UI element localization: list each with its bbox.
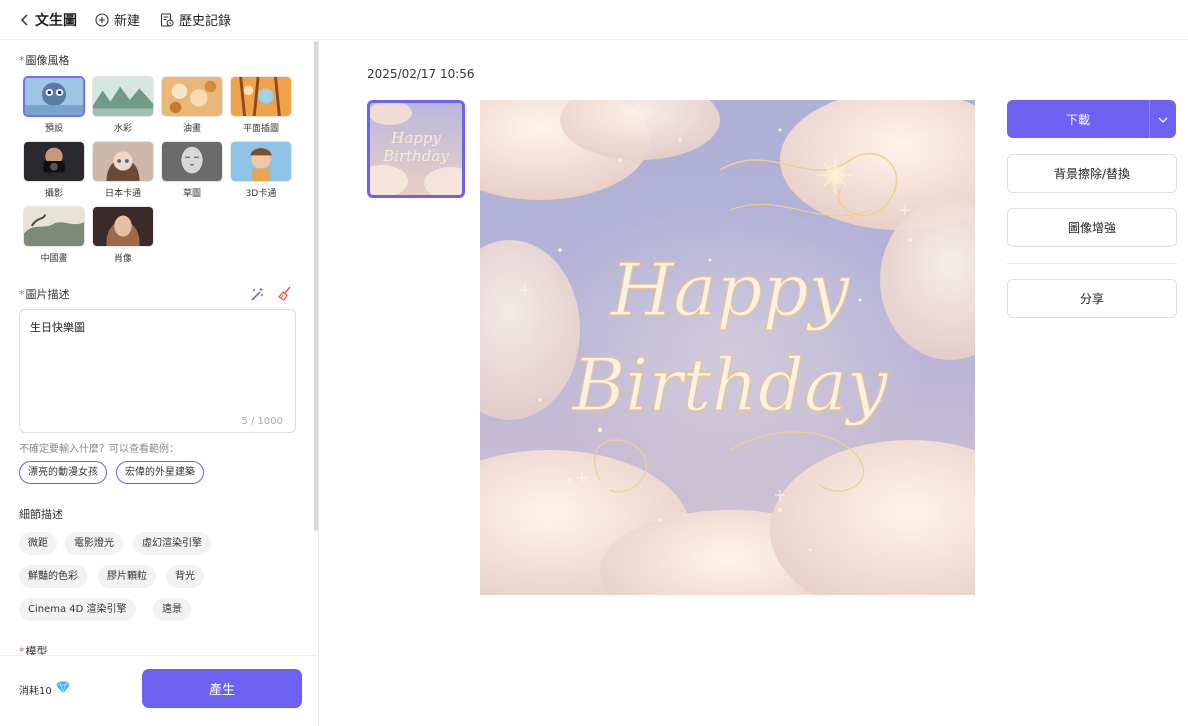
prompt-textarea[interactable]: 生日快樂圖 5 / 1000 xyxy=(19,309,296,433)
cost-label: 消耗10 xyxy=(19,685,52,697)
chevron-down-icon xyxy=(1158,112,1168,126)
page-title: 文生圖 xyxy=(35,12,77,29)
example-chip[interactable]: 漂亮的動漫女孩 xyxy=(19,461,107,484)
download-button[interactable]: 下載 xyxy=(1007,100,1149,138)
prompt-value: 生日快樂圖 xyxy=(30,321,85,334)
download-options-button[interactable] xyxy=(1149,100,1176,138)
left-panel: *圖像風格 預設 水彩 油畫 平面插圖 攝影 日本卡通 草圖 3D卡通 中國畫 … xyxy=(0,41,319,726)
detail-tag[interactable]: 背光 xyxy=(166,565,204,588)
detail-tag[interactable]: 電影燈光 xyxy=(65,532,123,555)
detail-tag[interactable]: Cinema 4D 渲染引擎 xyxy=(19,598,136,621)
style-thumb-photo xyxy=(23,141,85,182)
style-label: 預設 xyxy=(44,124,63,134)
style-thumb-flat xyxy=(230,76,292,117)
style-option-default[interactable]: 預設 xyxy=(23,76,85,134)
style-thumb-anime xyxy=(92,141,154,182)
style-label: 平面插圖 xyxy=(242,124,279,134)
style-option-flat[interactable]: 平面插圖 xyxy=(230,76,292,134)
style-option-anime[interactable]: 日本卡通 xyxy=(92,141,154,199)
detail-tag[interactable]: 遠景 xyxy=(153,598,191,621)
thumb-text-happy: Happy xyxy=(390,129,441,147)
left-scrollbar[interactable] xyxy=(314,41,318,531)
style-option-portrait[interactable]: 肖像 xyxy=(92,206,154,264)
diamond-icon xyxy=(55,681,71,697)
style-section-text: 圖像風格 xyxy=(25,54,70,67)
detail-tag[interactable]: 膠片顆粒 xyxy=(98,565,156,588)
model-section-label: *模型 xyxy=(19,643,48,655)
style-option-photo[interactable]: 攝影 xyxy=(23,141,85,199)
download-button-group: 下載 xyxy=(1007,100,1176,138)
style-option-oil[interactable]: 油畫 xyxy=(161,76,223,134)
style-label: 3D卡通 xyxy=(245,189,277,199)
generated-image: Happy Birthday xyxy=(480,100,975,595)
magic-wand-icon[interactable] xyxy=(250,287,265,305)
style-thumb-sketch xyxy=(161,141,223,182)
image-text-birthday: Birthday xyxy=(570,343,889,427)
generate-button[interactable]: 產生 xyxy=(142,669,302,708)
style-label: 中國畫 xyxy=(40,254,68,264)
thumb-text-birthday: Birthday xyxy=(382,147,449,165)
new-button[interactable]: 新建 xyxy=(95,10,140,29)
history-label: 歷史記錄 xyxy=(179,14,232,29)
chevron-left-icon xyxy=(20,13,30,26)
share-button[interactable]: 分享 xyxy=(1007,279,1177,318)
result-thumbnail[interactable]: Happy Birthday xyxy=(367,100,465,198)
enhance-button[interactable]: 圖像增強 xyxy=(1007,208,1177,247)
style-label: 水彩 xyxy=(113,124,132,134)
detail-tag[interactable]: 虛幻渲染引擎 xyxy=(133,532,211,555)
style-option-watercolor[interactable]: 水彩 xyxy=(92,76,154,134)
required-mark: * xyxy=(19,54,25,67)
style-label: 肖像 xyxy=(113,254,132,264)
style-option-sketch[interactable]: 草圖 xyxy=(161,141,223,199)
action-divider xyxy=(1007,263,1177,264)
style-label: 日本卡通 xyxy=(104,189,141,199)
top-bar: 文生圖 新建 歷史記錄 xyxy=(0,0,1188,40)
result-timestamp: 2025/02/17 10:56 xyxy=(367,67,475,81)
style-thumb-watercolor xyxy=(92,76,154,117)
required-mark: * xyxy=(19,645,25,655)
bg-remove-button[interactable]: 背景擦除/替換 xyxy=(1007,154,1177,193)
main-area: 2025/02/17 10:56 Happy Birthday Happy Bi… xyxy=(320,41,1188,726)
clear-brush-icon[interactable] xyxy=(277,286,292,304)
prompt-section-text: 圖片描述 xyxy=(25,288,70,301)
required-mark: * xyxy=(19,288,25,301)
detail-tag[interactable]: 鮮豔的色彩 xyxy=(19,565,87,588)
prompt-section-label: *圖片描述 xyxy=(19,286,70,302)
generate-bar: 消耗10 產生 xyxy=(0,655,318,726)
style-label: 攝影 xyxy=(44,189,63,199)
example-hint: 不確定要輸入什麼？可以查看範例： xyxy=(19,444,179,455)
style-thumb-oil xyxy=(161,76,223,117)
model-section-text: 模型 xyxy=(25,645,48,655)
settings-scroll-area[interactable]: *圖像風格 預設 水彩 油畫 平面插圖 攝影 日本卡通 草圖 3D卡通 中國畫 … xyxy=(0,41,312,655)
cost-info: 消耗10 xyxy=(19,681,71,697)
image-text-happy: Happy xyxy=(609,248,851,332)
style-option-chinese[interactable]: 中國畫 xyxy=(23,206,85,264)
style-thumb-portrait xyxy=(92,206,154,247)
style-thumb-default xyxy=(23,76,85,117)
history-icon xyxy=(160,12,174,27)
style-section-label: *圖像風格 xyxy=(19,52,70,68)
detail-section-label: 細節描述 xyxy=(19,508,63,521)
detail-tag[interactable]: 微距 xyxy=(19,532,57,555)
history-button[interactable]: 歷史記錄 xyxy=(160,10,231,29)
new-label: 新建 xyxy=(114,14,141,29)
style-thumb-chinese xyxy=(23,206,85,247)
style-thumb-3d xyxy=(230,141,292,182)
style-label: 草圖 xyxy=(182,189,201,199)
back-button[interactable]: 文生圖 xyxy=(20,10,77,30)
plus-circle-icon xyxy=(95,12,109,27)
style-label: 油畫 xyxy=(182,124,201,134)
thumbnail-image: Happy Birthday xyxy=(370,103,462,195)
style-option-3d[interactable]: 3D卡通 xyxy=(230,141,292,199)
example-chip[interactable]: 宏偉的外星建築 xyxy=(116,461,204,484)
prompt-char-count: 5 / 1000 xyxy=(241,416,283,427)
